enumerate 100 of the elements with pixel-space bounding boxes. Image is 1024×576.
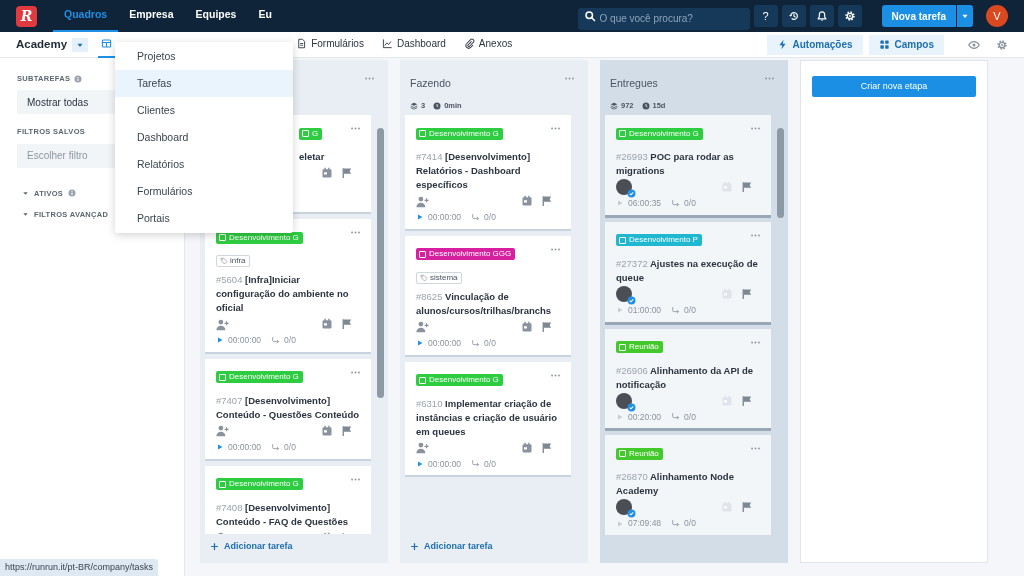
calendar-icon[interactable] <box>521 195 533 207</box>
eye-icon[interactable] <box>968 38 980 51</box>
flag-icon[interactable] <box>341 318 353 330</box>
subtask-icon <box>671 519 681 529</box>
label-tag: Desenvolvimento P <box>616 234 702 247</box>
task-card[interactable]: Desenvolvimento GGG sistema #8625 Vinculação de alunos/cursos/trilhas/branchs 00:00:00 0/0 <box>405 235 571 355</box>
menu-item[interactable]: Clientes <box>115 97 293 124</box>
subtask-icon <box>271 335 281 345</box>
calendar-icon[interactable] <box>321 318 333 330</box>
label-tag: Desenvolvimento G <box>216 371 303 384</box>
task-card[interactable]: Desenvolvimento G #26993 POC para rodar as migrations 06:00:35 0/0 <box>605 115 771 215</box>
menu-item[interactable]: Portais <box>115 205 293 232</box>
flag-icon[interactable] <box>741 501 753 514</box>
play-icon[interactable] <box>216 443 224 452</box>
settings-button[interactable] <box>837 5 862 27</box>
flag-icon[interactable] <box>541 441 553 454</box>
play-icon[interactable] <box>416 459 424 468</box>
board-icon <box>101 38 113 49</box>
task-card[interactable]: Desenvolvimento G #6310 Implementar criação de instâncias e criação de usuário em queues 00:00:00 0/0 <box>405 361 571 476</box>
tag-text: sistema <box>430 271 458 284</box>
subtask-count: 0/0 <box>684 410 696 424</box>
add-task-link[interactable]: Adicionar tarefa <box>400 533 588 563</box>
task-card[interactable]: Desenvolvimento G #7407 [Desenvolvimento] Conteúdo - Questões Conteúdo 00:00:00 0/0 <box>205 358 371 459</box>
add-task-link[interactable]: Adicionar tarefa <box>200 533 388 563</box>
task-title: #27372 Ajustes na execução de queue <box>616 256 759 285</box>
task-title: #5604 [Infra]Iniciar configuração do ambiente no oficial <box>216 273 350 315</box>
fields-button[interactable]: Campos <box>868 34 944 55</box>
task-card[interactable]: Reunião #26906 Alinhamento da API de notificação 00:20:00 0/0 <box>605 328 771 429</box>
task-card[interactable]: Reunião #26870 Alinhamento Node Academy 07:09:48 0/0 <box>605 435 771 535</box>
notifications-button[interactable] <box>809 5 834 27</box>
user-avatar[interactable]: V <box>986 5 1008 27</box>
plus-icon <box>210 541 219 551</box>
view-tab[interactable]: Dashboard <box>378 31 449 58</box>
play-icon[interactable] <box>416 213 424 222</box>
task-card[interactable]: Desenvolvimento G #7414 [Desenvolvimento] Relatórios - Dashboard específicos 00:00:00 0/0 <box>405 115 571 229</box>
calendar-icon[interactable] <box>321 424 333 437</box>
view-tab[interactable]: Anexos <box>460 31 516 58</box>
clock-icon <box>433 101 442 110</box>
task-card[interactable]: Desenvolvimento G infra #5604 [Infra]Iniciar configuração do ambiente no oficial 00:00:00 0/0 <box>205 219 371 352</box>
board-dropdown[interactable] <box>72 37 89 52</box>
flag-icon[interactable] <box>741 394 753 407</box>
add-user-icon[interactable] <box>216 424 229 438</box>
flag-icon[interactable] <box>341 424 353 437</box>
task-title: #7414 [Desenvolvimento] Relatórios - Dashboard específicos <box>416 150 532 192</box>
help-button[interactable]: ? <box>753 5 778 27</box>
play-icon[interactable] <box>416 339 424 348</box>
label-tag: Desenvolvimento G <box>616 127 703 140</box>
add-user-icon[interactable] <box>216 317 229 331</box>
search-icon <box>583 10 596 22</box>
add-user-icon[interactable] <box>416 320 429 334</box>
menu-item[interactable]: Projetos <box>115 43 293 70</box>
label-tag: Desenvolvimento GGG <box>416 248 516 261</box>
calendar-icon[interactable] <box>321 167 333 179</box>
add-user-icon[interactable] <box>416 441 429 454</box>
nav-tab[interactable]: Equipes <box>184 0 248 32</box>
task-title: eletar <box>299 150 326 164</box>
history-button[interactable] <box>781 5 806 27</box>
calendar-icon[interactable] <box>521 320 533 333</box>
scrollbar[interactable] <box>777 128 784 218</box>
flag-icon[interactable] <box>341 167 353 179</box>
expanded-icon[interactable] <box>22 189 29 197</box>
stack-icon <box>410 101 418 110</box>
tag-icon <box>420 273 428 282</box>
history-icon <box>787 10 800 22</box>
expanded-icon[interactable] <box>22 210 29 218</box>
flag-icon[interactable] <box>541 195 553 207</box>
settings-icon[interactable] <box>996 38 1008 51</box>
info-icon <box>74 74 83 83</box>
menu-item[interactable]: Dashboard <box>115 124 293 151</box>
task-title: #26870 Alinhamento Node Academy <box>616 470 735 499</box>
subtask-count: 0/0 <box>684 303 696 317</box>
calendar-icon[interactable] <box>521 441 533 454</box>
timer-text: 00:00:00 <box>428 336 462 350</box>
subtask-icon <box>471 338 481 348</box>
play-icon[interactable] <box>216 336 224 345</box>
menu-item[interactable]: Tarefas <box>115 70 293 97</box>
app-logo[interactable]: R <box>16 5 37 27</box>
verified-icon <box>627 295 636 305</box>
label-tag: Desenvolvimento G <box>416 127 503 140</box>
verified-icon <box>627 402 636 412</box>
search-field[interactable]: O que você procura? <box>577 7 750 30</box>
flag-icon[interactable] <box>741 181 753 193</box>
task-title: #8625 Vinculação de alunos/cursos/trilhas/branchs <box>416 289 553 318</box>
automations-button[interactable]: Automações <box>766 34 863 55</box>
flag-icon[interactable] <box>541 320 553 333</box>
subtask-icon <box>671 305 681 315</box>
view-tab[interactable]: Formulários <box>293 31 367 58</box>
nav-tab[interactable]: Eu <box>247 0 283 32</box>
flag-icon[interactable] <box>741 287 753 300</box>
new-task-dropdown[interactable] <box>957 5 973 27</box>
subtask-icon <box>271 442 281 452</box>
task-card[interactable]: Desenvolvimento G #7408 [Desenvolvimento] Conteúdo - FAQ de Questões <box>205 465 371 534</box>
plus-icon <box>410 541 419 551</box>
scrollbar[interactable] <box>377 128 384 398</box>
menu-item[interactable]: Formulários <box>115 178 293 205</box>
task-card[interactable]: Desenvolvimento P #27372 Ajustes na execução de queue 01:00:00 0/0 <box>605 221 771 322</box>
nav-tab[interactable]: Empresa <box>118 0 185 32</box>
menu-item[interactable]: Relatórios <box>115 151 293 178</box>
add-user-icon[interactable] <box>416 194 429 208</box>
timer-text: 00:00:00 <box>428 211 462 224</box>
